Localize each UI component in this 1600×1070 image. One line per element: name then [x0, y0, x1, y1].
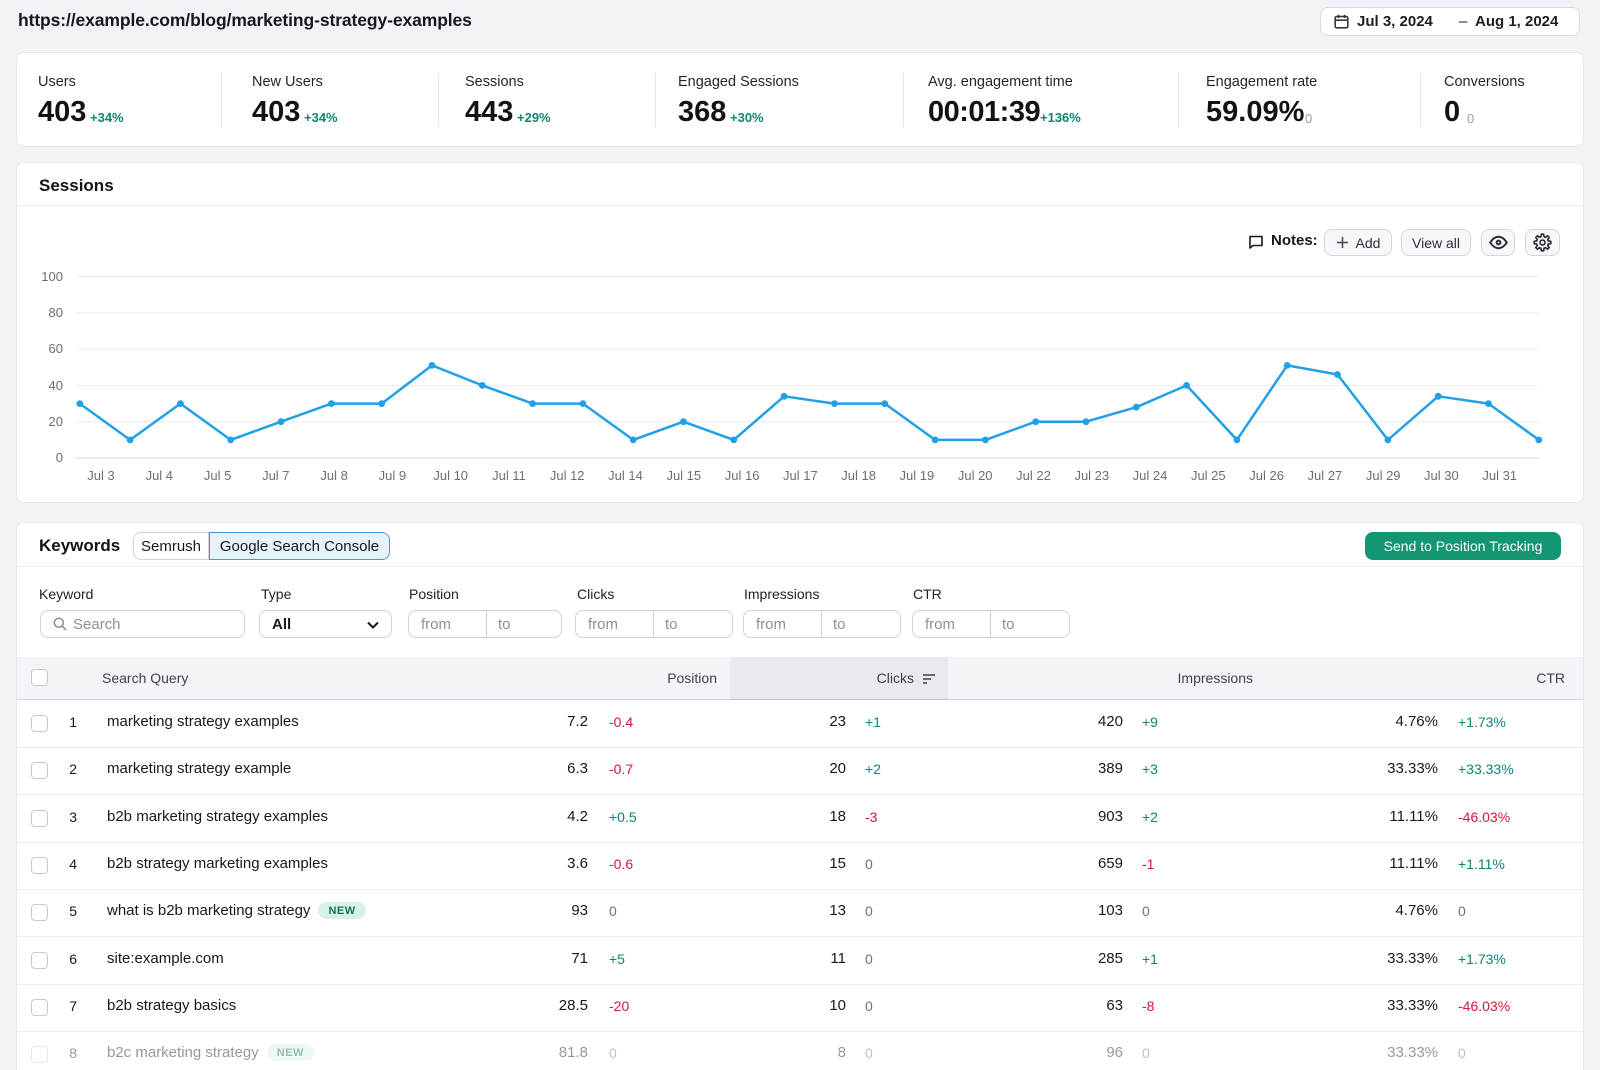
svg-text:Jul 19: Jul 19 — [900, 468, 935, 483]
svg-text:100: 100 — [41, 269, 63, 284]
svg-text:20: 20 — [49, 414, 63, 429]
svg-text:Jul 31: Jul 31 — [1482, 468, 1517, 483]
svg-text:Jul 11: Jul 11 — [492, 468, 526, 483]
svg-text:Jul 10: Jul 10 — [433, 468, 468, 483]
svg-text:Jul 17: Jul 17 — [783, 468, 818, 483]
svg-text:0: 0 — [56, 450, 63, 465]
svg-text:Jul 12: Jul 12 — [550, 468, 585, 483]
svg-text:Jul 15: Jul 15 — [666, 468, 701, 483]
svg-text:80: 80 — [49, 305, 63, 320]
svg-text:Jul 24: Jul 24 — [1133, 468, 1168, 483]
svg-text:Jul 8: Jul 8 — [320, 468, 347, 483]
svg-text:Jul 26: Jul 26 — [1249, 468, 1284, 483]
svg-text:Jul 14: Jul 14 — [608, 468, 643, 483]
svg-text:Jul 25: Jul 25 — [1191, 468, 1226, 483]
svg-text:Jul 29: Jul 29 — [1366, 468, 1401, 483]
svg-text:40: 40 — [49, 378, 63, 393]
svg-text:Jul 18: Jul 18 — [841, 468, 876, 483]
svg-text:Jul 4: Jul 4 — [146, 468, 173, 483]
svg-text:Jul 7: Jul 7 — [262, 468, 289, 483]
svg-text:Jul 3: Jul 3 — [87, 468, 114, 483]
svg-text:60: 60 — [49, 341, 63, 356]
svg-text:Jul 27: Jul 27 — [1308, 468, 1343, 483]
svg-text:Jul 9: Jul 9 — [379, 468, 406, 483]
svg-text:Jul 23: Jul 23 — [1074, 468, 1109, 483]
svg-text:Jul 16: Jul 16 — [725, 468, 760, 483]
svg-text:Jul 20: Jul 20 — [958, 468, 993, 483]
svg-text:Jul 30: Jul 30 — [1424, 468, 1459, 483]
svg-text:Jul 5: Jul 5 — [204, 468, 231, 483]
svg-text:Jul 22: Jul 22 — [1016, 468, 1051, 483]
